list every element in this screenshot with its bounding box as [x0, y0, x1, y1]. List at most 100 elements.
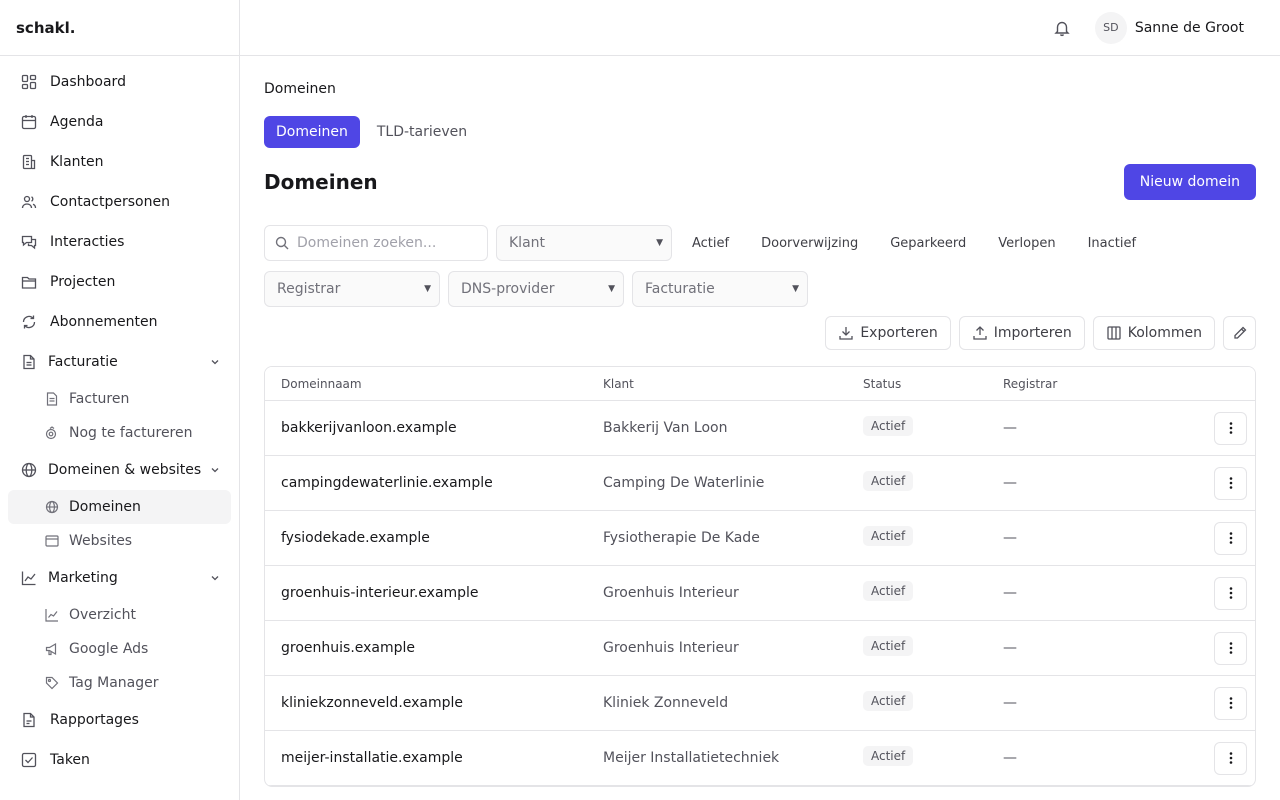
page-title: Domeinen [264, 170, 378, 194]
table-actions: Exporteren Importeren Kolommen [817, 316, 1256, 350]
sidebar-item-abonnementen[interactable]: Abonnementen [0, 302, 239, 342]
table-row[interactable]: groenhuis-interieur.example Groenhuis Int… [265, 566, 1255, 621]
status-cell: Actief [863, 636, 1003, 658]
chevron-down-icon[interactable] [209, 572, 221, 588]
refresh-icon [20, 313, 38, 331]
domain-name-link[interactable]: kliniekzonneveld.example [265, 695, 603, 711]
sidebar-subitem-google-ads[interactable]: Google Ads [0, 632, 231, 666]
sidebar-subitem-facturen[interactable]: Facturen [0, 382, 231, 416]
document-icon [20, 353, 38, 371]
column-header-registrar[interactable]: Registrar [1003, 377, 1193, 391]
breadcrumb: Domeinen [264, 81, 336, 97]
column-header-domeinnaam[interactable]: Domeinnaam [265, 377, 603, 391]
registrar-cell: — [1003, 585, 1017, 601]
export-button[interactable]: Exporteren [825, 316, 951, 350]
brand-logo[interactable]: schakl. [0, 0, 239, 56]
sidebar-item-interacties[interactable]: Interacties [0, 222, 239, 262]
sidebar-item-taken[interactable]: Taken [0, 740, 239, 780]
sidebar-subitem-domeinen[interactable]: Domeinen [8, 490, 231, 524]
sidebar-item-label: Rapportages [50, 712, 139, 728]
sidebar-subitem-tag-manager[interactable]: Tag Manager [0, 666, 231, 700]
domain-name-link[interactable]: groenhuis-interieur.example [265, 585, 603, 601]
domain-name-link[interactable]: groenhuis.example [265, 640, 603, 656]
status-filter-inactief[interactable]: Inactief [1072, 225, 1152, 261]
edit-button[interactable] [1223, 316, 1256, 350]
filter-row-1: Klant ▼ Actief Doorverwijzing Geparkeerd… [264, 225, 1152, 261]
bell-icon[interactable] [1053, 18, 1073, 38]
status-badge: Actief [863, 691, 914, 711]
domain-name-link[interactable]: campingdewaterlinie.example [265, 475, 603, 491]
status-filter-verlopen[interactable]: Verlopen [982, 225, 1071, 261]
facturatie-select-value: Facturatie [645, 281, 715, 297]
sidebar-item-marketing[interactable]: Marketing [0, 558, 239, 598]
search-input[interactable] [297, 235, 477, 251]
registrar-cell: — [1003, 420, 1017, 436]
row-menu-button[interactable] [1214, 411, 1247, 445]
import-button[interactable]: Importeren [958, 316, 1085, 350]
status-filter-actief[interactable]: Actief [676, 225, 745, 261]
avatar[interactable]: SD [1094, 11, 1127, 44]
sidebar-item-label: Klanten [50, 154, 104, 170]
domain-name-link[interactable]: meijer-installatie.example [265, 750, 603, 766]
chevron-down-icon[interactable] [209, 356, 221, 372]
sidebar-subitem-overzicht[interactable]: Overzicht [0, 598, 231, 632]
user-name[interactable]: Sanne de Groot [1135, 20, 1244, 36]
klant-select-value: Klant [509, 235, 546, 251]
caret-down-icon: ▼ [656, 238, 663, 248]
sidebar-item-dashboard[interactable]: Dashboard [0, 62, 239, 102]
more-vertical-icon [1224, 751, 1238, 765]
registrar-select[interactable]: Registrar ▼ [264, 271, 440, 307]
domain-name-link[interactable]: fysiodekade.example [265, 530, 603, 546]
row-menu-button[interactable] [1214, 686, 1247, 720]
row-menu-button[interactable] [1214, 466, 1247, 500]
sidebar-subitem-nog-te-factureren[interactable]: Nog te factureren [0, 416, 231, 450]
status-filter-geparkeerd[interactable]: Geparkeerd [874, 225, 982, 261]
columns-button[interactable]: Kolommen [1092, 316, 1215, 350]
sidebar-item-projecten[interactable]: Projecten [0, 262, 239, 302]
calendar-icon [20, 113, 38, 131]
column-header-status[interactable]: Status [863, 377, 1003, 391]
registrar-cell: — [1003, 475, 1017, 491]
status-filter-doorverwijzing[interactable]: Doorverwijzing [745, 225, 874, 261]
filter-row-2: Registrar ▼ DNS-provider ▼ Facturatie ▼ [264, 271, 816, 307]
tab-tld-tarieven[interactable]: TLD-tarieven [365, 116, 479, 148]
folder-icon [20, 273, 38, 291]
building-icon [20, 153, 38, 171]
sidebar-subitem-websites[interactable]: Websites [0, 524, 231, 558]
sidebar-item-klanten[interactable]: Klanten [0, 142, 239, 182]
sidebar-item-agenda[interactable]: Agenda [0, 102, 239, 142]
row-menu-button[interactable] [1214, 521, 1247, 555]
sidebar-item-facturatie[interactable]: Facturatie [0, 342, 239, 382]
row-menu-button[interactable] [1214, 741, 1247, 775]
column-header-klant[interactable]: Klant [603, 377, 863, 391]
dns-provider-select[interactable]: DNS-provider ▼ [448, 271, 624, 307]
table-row[interactable]: bakkerijvanloon.example Bakkerij Van Loon… [265, 401, 1255, 456]
domain-name-link[interactable]: bakkerijvanloon.example [265, 420, 603, 436]
klant-select[interactable]: Klant ▼ [496, 225, 672, 261]
facturatie-select[interactable]: Facturatie ▼ [632, 271, 808, 307]
topbar: SD Sanne de Groot [240, 0, 1280, 56]
sidebar-item-contactpersonen[interactable]: Contactpersonen [0, 182, 239, 222]
caret-down-icon: ▼ [424, 284, 431, 294]
search-box[interactable] [264, 225, 488, 261]
new-domain-button[interactable]: Nieuw domein [1123, 164, 1256, 200]
chevron-down-icon[interactable] [209, 464, 221, 480]
table-row[interactable]: fysiodekade.example Fysiotherapie De Kade… [265, 511, 1255, 566]
client-name: Groenhuis Interieur [603, 640, 739, 656]
registrar-cell: — [1003, 750, 1017, 766]
sidebar-item-rapportages[interactable]: Rapportages [0, 700, 239, 740]
sidebar-item-label: Projecten [50, 274, 116, 290]
sidebar-item-label: Contactpersonen [50, 194, 170, 210]
row-menu-button[interactable] [1214, 631, 1247, 665]
client-name: Fysiotherapie De Kade [603, 530, 760, 546]
row-menu-button[interactable] [1214, 576, 1247, 610]
table-row[interactable]: groenhuis.example Groenhuis Interieur Acti… [265, 621, 1255, 676]
status-badge: Actief [863, 526, 914, 546]
sidebar-item-domeinen-websites[interactable]: Domeinen & websites [0, 450, 239, 490]
caret-down-icon: ▼ [792, 284, 799, 294]
browser-window-icon [44, 533, 60, 549]
table-row[interactable]: meijer-installatie.example Meijer Install… [265, 731, 1255, 786]
tab-domeinen[interactable]: Domeinen [264, 116, 360, 148]
table-row[interactable]: campingdewaterlinie.example Camping De Wa… [265, 456, 1255, 511]
table-row[interactable]: kliniekzonneveld.example Kliniek Zonnevel… [265, 676, 1255, 731]
